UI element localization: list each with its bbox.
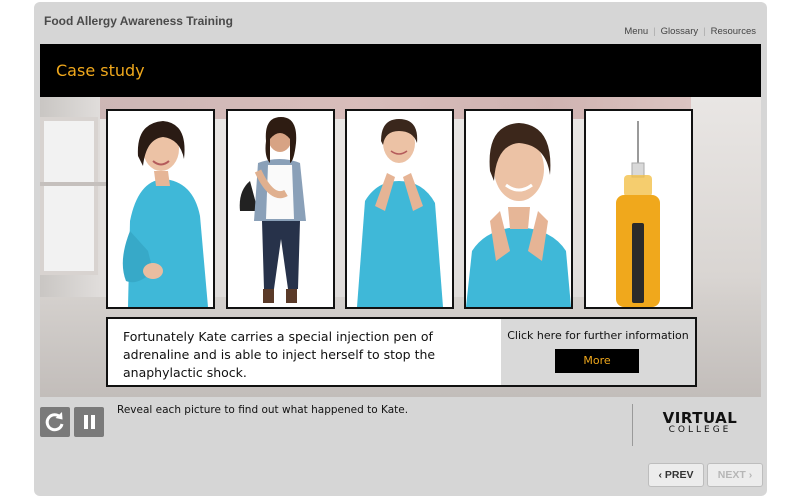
nav-separator: | xyxy=(653,26,656,37)
next-button[interactable]: NEXT › xyxy=(707,463,763,487)
replay-icon xyxy=(45,412,64,432)
nav-separator: | xyxy=(703,26,706,37)
further-info-panel: Click here for further information More xyxy=(501,319,695,385)
woman-distressed-photo[interactable] xyxy=(464,109,573,309)
divider xyxy=(632,404,633,446)
info-panel: Fortunately Kate carries a special injec… xyxy=(106,317,697,387)
top-nav: Menu | Glossary | Resources xyxy=(624,26,756,37)
more-button[interactable]: More xyxy=(555,349,639,373)
replay-button[interactable] xyxy=(40,407,70,437)
virtual-college-logo: VIRTUAL COLLEGE xyxy=(660,409,740,435)
instruction-text: Reveal each picture to find out what hap… xyxy=(117,404,409,416)
teen-with-backpack-photo[interactable] xyxy=(226,109,335,309)
chevron-left-icon: ‹ xyxy=(658,469,662,481)
case-study-text: Fortunately Kate carries a special injec… xyxy=(123,329,436,380)
pause-button[interactable] xyxy=(74,407,104,437)
prev-label: PREV xyxy=(664,469,694,481)
chevron-right-icon: › xyxy=(748,469,753,481)
menu-link[interactable]: Menu xyxy=(624,26,648,37)
prev-button[interactable]: ‹ PREV xyxy=(648,463,704,487)
woman-smiling-photo[interactable] xyxy=(106,109,215,309)
next-label: NEXT xyxy=(717,469,746,481)
slide-title: Case study xyxy=(56,61,145,80)
slide-header: Case study xyxy=(40,44,761,97)
woman-itchy-neck-photo[interactable] xyxy=(345,109,454,309)
app-title: Food Allergy Awareness Training xyxy=(44,14,233,28)
adrenaline-pen-photo[interactable] xyxy=(584,109,693,309)
resources-link[interactable]: Resources xyxy=(711,26,756,37)
further-info-label: Click here for further information xyxy=(507,329,689,342)
logo-line2: COLLEGE xyxy=(668,425,732,435)
pause-icon xyxy=(84,415,95,429)
glossary-link[interactable]: Glossary xyxy=(661,26,698,37)
